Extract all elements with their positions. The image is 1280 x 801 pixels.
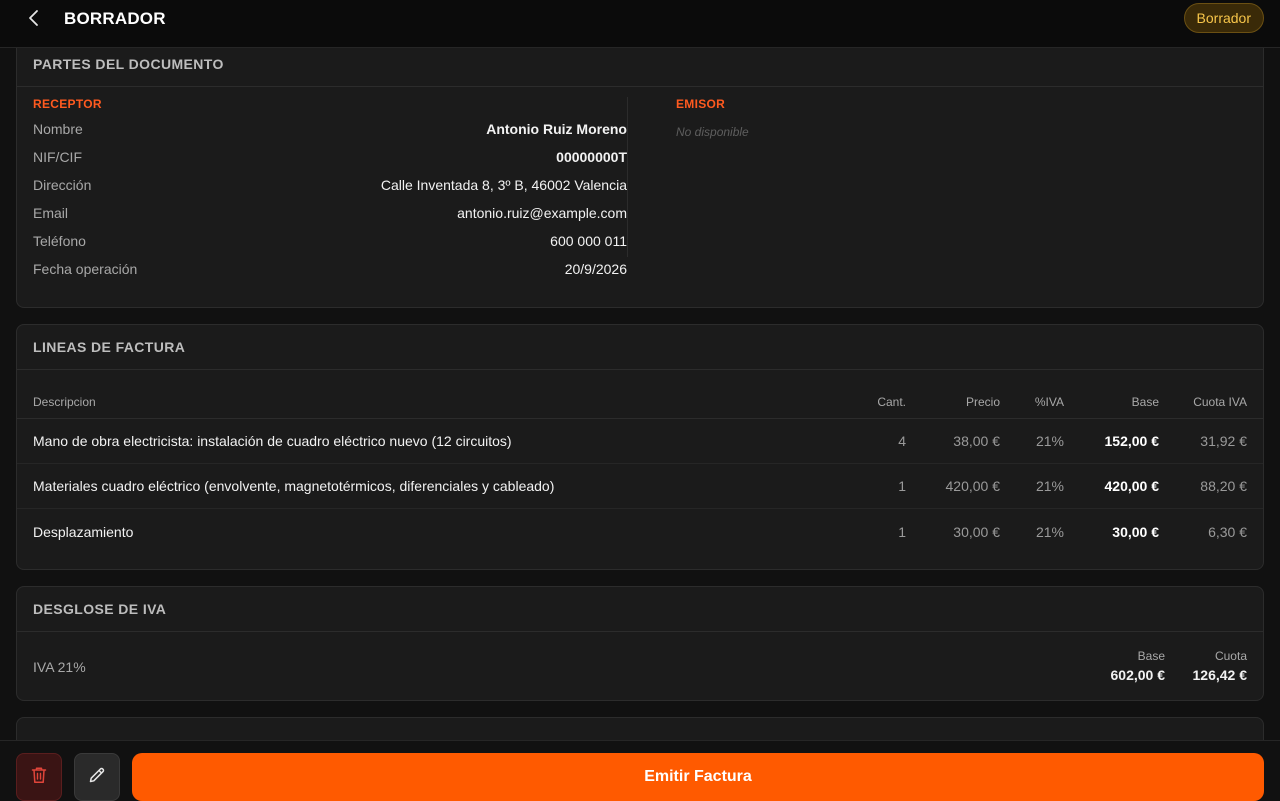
back-button[interactable] — [22, 8, 46, 32]
content-scroll-area[interactable]: PARTES DEL DOCUMENTO RECEPTOR Nombre Ant… — [0, 48, 1280, 740]
invoice-lines-title: LINEAS DE FACTURA — [17, 325, 1263, 370]
row-desc: Desplazamiento — [33, 523, 134, 540]
row-precio: 30,00 € — [953, 523, 1000, 540]
field-key: NIF/CIF — [33, 149, 82, 165]
parties-card-title: PARTES DEL DOCUMENTO — [17, 48, 1263, 87]
field-value: antonio.ruiz@example.com — [457, 205, 627, 221]
vat-base-column: Base 602,00 € — [1111, 649, 1166, 683]
parties-card: PARTES DEL DOCUMENTO RECEPTOR Nombre Ant… — [16, 48, 1264, 308]
vat-base-value: 602,00 € — [1110, 667, 1166, 683]
vat-breakdown-title: DESGLOSE DE IVA — [17, 587, 1263, 632]
column-header-precio: Precio — [965, 394, 1000, 409]
vat-cuota-value: 126,42 € — [1192, 667, 1248, 683]
field-key: Dirección — [33, 177, 92, 193]
field-value: 20/9/2026 — [564, 261, 627, 277]
receptor-field-nombre: Nombre Antonio Ruiz Moreno — [33, 115, 627, 143]
row-iva: 21% — [1035, 433, 1064, 449]
table-row: Mano de obra electricista: instalación d… — [17, 419, 1263, 464]
row-desc: Materiales cuadro eléctrico (envolvente,… — [33, 478, 555, 494]
row-cuota: 6,30 € — [1208, 523, 1247, 540]
column-divider — [627, 97, 628, 257]
field-value: Calle Inventada 8, 3º B, 46002 Valencia — [380, 177, 627, 193]
receptor-field-fecha: Fecha operación 20/9/2026 — [33, 255, 627, 283]
table-row: Desplazamiento 1 30,00 € 21% 30,00 € 6,3… — [17, 509, 1263, 554]
field-key: Fecha operación — [33, 261, 138, 277]
row-base: 152,00 € — [1104, 433, 1160, 449]
receptor-label: RECEPTOR — [33, 97, 102, 111]
emit-invoice-button[interactable]: Emitir Factura — [132, 753, 1264, 801]
field-key: Teléfono — [33, 233, 86, 249]
vat-breakdown-card: DESGLOSE DE IVA IVA 21% Base 602,00 € Cu… — [16, 586, 1264, 701]
vat-rate-label: IVA 21% — [33, 659, 86, 675]
emisor-empty-text: No disponible — [676, 125, 749, 139]
row-desc: Mano de obra electricista: instalación d… — [33, 433, 512, 449]
column-header-cuota: Cuota IVA — [1193, 394, 1247, 409]
receptor-field-direccion: Dirección Calle Inventada 8, 3º B, 46002… — [33, 171, 627, 199]
delete-button[interactable] — [16, 753, 62, 801]
chevron-left-icon — [27, 9, 41, 32]
invoice-lines-card: LINEAS DE FACTURA Descripcion Cant. Prec… — [16, 324, 1264, 570]
top-bar: BORRADOR Borrador — [0, 0, 1280, 48]
column-header-iva: %IVA — [1034, 394, 1064, 409]
row-cant: 4 — [898, 433, 906, 449]
row-precio: 420,00 € — [945, 478, 1001, 494]
column-header-desc: Descripcion — [33, 394, 96, 409]
field-value: 00000000T — [556, 149, 627, 165]
next-card-partial — [16, 717, 1264, 740]
field-value: Antonio Ruiz Moreno — [486, 121, 627, 137]
table-row: Materiales cuadro eléctrico (envolvente,… — [17, 464, 1263, 509]
vat-cuota-header: Cuota — [1214, 649, 1247, 663]
row-cant: 1 — [898, 523, 906, 540]
row-base: 30,00 € — [1112, 523, 1159, 540]
row-precio: 38,00 € — [953, 433, 1000, 449]
column-header-cant: Cant. — [877, 394, 906, 409]
column-header-base: Base — [1131, 394, 1159, 409]
row-base: 420,00 € — [1104, 478, 1160, 494]
emisor-label: EMISOR — [676, 97, 726, 111]
receptor-field-nif: NIF/CIF 00000000T — [33, 143, 627, 171]
row-iva: 21% — [1035, 523, 1064, 540]
vat-cuota-column: Cuota 126,42 € — [1193, 649, 1248, 683]
field-key: Nombre — [33, 121, 83, 137]
receptor-section: RECEPTOR Nombre Antonio Ruiz Moreno NIF/… — [33, 97, 627, 283]
receptor-field-telefono: Teléfono 600 000 011 — [33, 227, 627, 255]
trash-icon — [31, 766, 47, 789]
field-key: Email — [33, 205, 69, 221]
status-badge: Borrador — [1183, 3, 1264, 33]
bottom-action-bar: Emitir Factura — [0, 740, 1280, 801]
page-title: BORRADOR — [64, 9, 166, 28]
row-cuota: 88,20 € — [1200, 478, 1247, 494]
vat-base-header: Base — [1137, 649, 1165, 663]
row-cuota: 31,92 € — [1200, 433, 1247, 449]
receptor-field-email: Email antonio.ruiz@example.com — [33, 199, 627, 227]
field-value: 600 000 011 — [550, 233, 627, 249]
pencil-icon — [88, 766, 106, 789]
row-cant: 1 — [898, 478, 906, 494]
row-iva: 21% — [1035, 478, 1064, 494]
emisor-section: EMISOR No disponible — [676, 97, 1076, 139]
table-header: Descripcion Cant. Precio %IVA Base Cuota… — [17, 385, 1263, 419]
edit-button[interactable] — [74, 753, 120, 801]
